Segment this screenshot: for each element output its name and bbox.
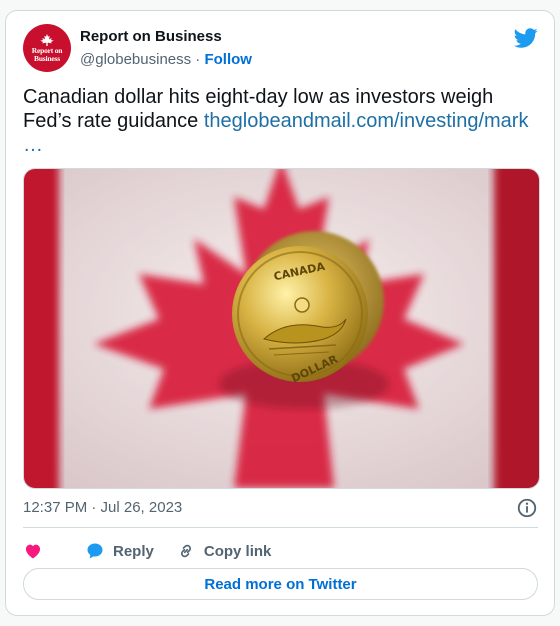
reply-label: Reply [113,542,154,560]
loonie-coin-image: CANADA DOLLAR [24,169,539,488]
tweet-media-image[interactable]: CANADA DOLLAR [23,168,540,489]
tweet-link[interactable]: theglobeandmail.com/investing/mark [204,110,529,132]
author-name[interactable]: Report on Business [80,28,222,45]
copy-link-label: Copy link [203,542,272,560]
heart-icon [25,544,41,559]
twitter-bird-icon[interactable] [514,26,538,50]
follow-button[interactable]: Follow [204,51,252,68]
author-handle-row: @globebusiness · Follow [80,51,252,68]
author-handle[interactable]: @globebusiness [80,51,191,68]
reply-bubble-icon [87,543,103,559]
info-icon[interactable] [516,497,538,519]
read-more-button[interactable]: Read more on Twitter [23,568,538,600]
tweet-link-ellipsis[interactable]: … [23,134,43,156]
copy-link-button[interactable]: Copy link [176,541,272,561]
reply-button[interactable]: Reply [85,541,154,561]
avatar[interactable]: Report on Business [23,24,71,72]
link-icon [180,544,191,558]
tweet-text: Canadian dollar hits eight-day low as in… [23,85,539,157]
separator-dot: · [191,51,205,68]
avatar-text-line2: Business [34,53,60,63]
tweet-timestamp[interactable]: 12:37 PM · Jul 26, 2023 [23,499,182,516]
like-button[interactable] [23,541,51,561]
tweet-actions: Reply Copy link [23,538,293,564]
divider [23,527,538,528]
maple-leaf-icon [40,33,54,46]
tweet-card: Report on Business Report on Business @g… [5,10,555,616]
